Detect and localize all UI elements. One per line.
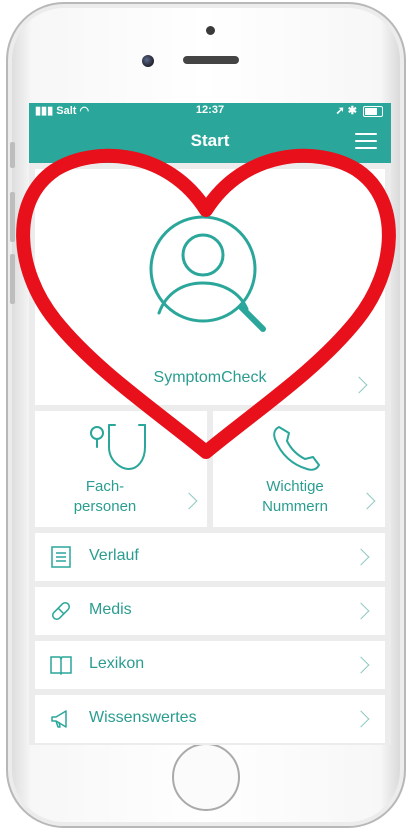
chevron-right-icon <box>352 656 370 674</box>
specialists-label: Fach- personen <box>35 477 175 517</box>
important-numbers-label: Wichtige Nummern <box>225 477 365 517</box>
chevron-right-icon <box>352 602 370 620</box>
proximity-sensor <box>206 26 215 35</box>
list-item-medis[interactable]: Medis <box>35 587 385 635</box>
history-list-icon <box>51 546 71 568</box>
earpiece-speaker <box>183 56 239 64</box>
list-item-lexikon[interactable]: Lexikon <box>35 641 385 689</box>
page-title: Start <box>190 131 230 150</box>
megaphone-icon <box>51 710 67 728</box>
important-numbers-line1: Wichtige <box>266 478 324 495</box>
list-item-label: Verlauf <box>89 547 139 564</box>
chevron-right-icon <box>352 710 370 728</box>
list-item-wissenswertes[interactable]: Wissenswertes <box>35 695 385 743</box>
person-search-icon <box>149 215 266 332</box>
status-bar: ▮▮▮ Salt ◠ 12:37 ➚ ✱ <box>29 103 391 119</box>
list-item-label: Wissenswertes <box>89 709 197 726</box>
stethoscope-icon <box>90 424 146 471</box>
specialists-tile[interactable]: Fach- personen <box>35 411 207 527</box>
hamburger-menu-icon[interactable] <box>355 133 377 149</box>
important-numbers-tile[interactable]: Wichtige Nummern <box>213 411 385 527</box>
list-item-verlauf[interactable]: Verlauf <box>35 533 385 581</box>
app-screenshot: ▮▮▮ Salt ◠ 12:37 ➚ ✱ Start SymptomCheck … <box>0 0 413 834</box>
front-camera <box>142 55 154 67</box>
chevron-right-icon <box>180 492 198 510</box>
home-button[interactable] <box>172 743 240 811</box>
specialists-label-line2: personen <box>73 498 137 515</box>
volume-up-button <box>10 192 15 242</box>
location-bluetooth-icon: ➚ ✱ <box>335 105 358 117</box>
list-item-label: Lexikon <box>89 655 145 672</box>
battery-icon <box>363 106 383 117</box>
important-numbers-line2: Nummern <box>262 498 328 515</box>
specialists-label-line1: Fach- <box>85 478 125 495</box>
phone-icon <box>273 426 320 471</box>
nav-bar: Start <box>29 119 391 163</box>
list-item-label: Medis <box>89 601 132 618</box>
symptom-check-tile[interactable]: SymptomCheck <box>35 169 385 405</box>
volume-down-button <box>10 254 15 304</box>
chevron-right-icon <box>352 548 370 566</box>
mute-switch <box>10 142 15 168</box>
symptom-check-label: SymptomCheck <box>153 369 267 386</box>
app-screen: ▮▮▮ Salt ◠ 12:37 ➚ ✱ Start SymptomCheck … <box>29 103 391 745</box>
pill-icon <box>52 602 70 620</box>
book-icon <box>50 656 72 676</box>
